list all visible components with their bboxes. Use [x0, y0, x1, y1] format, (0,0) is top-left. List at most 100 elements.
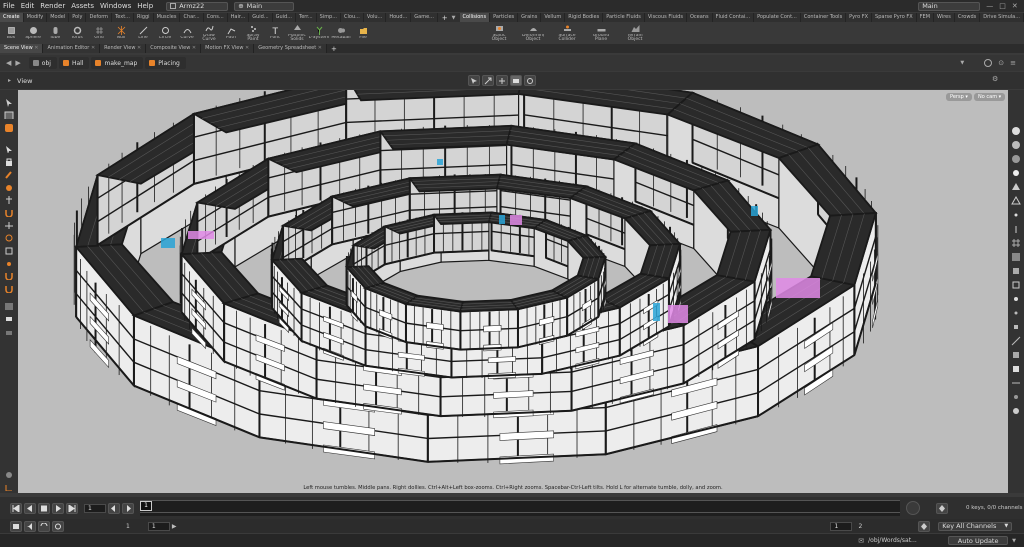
pane-tab-close-icon[interactable]: ✕ — [190, 45, 196, 51]
pane-tab-close-icon[interactable]: ✕ — [33, 45, 38, 51]
handle-mode-icon[interactable] — [482, 75, 494, 86]
loop-toggle[interactable] — [38, 520, 50, 532]
right-context-selector[interactable]: Main — [918, 1, 981, 11]
move-icon[interactable] — [4, 221, 14, 230]
shelf-tab-model-2[interactable]: Model — [47, 13, 70, 22]
menu-help[interactable]: Help — [134, 2, 156, 10]
normals-icon[interactable] — [1011, 224, 1021, 234]
tool-tube[interactable]: Tube — [44, 22, 66, 44]
shelf-tab-right-wires-14[interactable]: Wires — [934, 13, 955, 22]
shelf-tab-right-fem-13[interactable]: FEM — [917, 13, 935, 22]
tool-static-object[interactable]: Static Object — [482, 22, 516, 44]
shelf-tab-volu-16[interactable]: Volu... — [364, 13, 387, 22]
shelf-tab-create-0[interactable]: Create — [0, 13, 24, 22]
window-max-icon[interactable]: □ — [999, 2, 1006, 10]
shelf-tab-right-particles-1[interactable]: Particles — [490, 13, 519, 22]
ghost-icon[interactable] — [1011, 266, 1021, 276]
range-arrow-icon[interactable]: ▶ — [172, 523, 177, 530]
snap-icon[interactable] — [4, 259, 14, 268]
camera-icon[interactable] — [4, 314, 14, 323]
persp-menu[interactable]: Persp ▾ — [946, 93, 972, 101]
tool-font[interactable]: T Font — [264, 22, 286, 44]
shelf-tab-right-drive-simula-16[interactable]: Drive Simula... — [980, 13, 1024, 22]
shelf-tab-poly-3[interactable]: Poly — [69, 13, 87, 22]
tool-path[interactable]: Path — [220, 22, 242, 44]
path-crumb-hall[interactable]: Hall — [58, 57, 90, 69]
tool-circle[interactable]: Circle — [154, 22, 176, 44]
paint-icon[interactable] — [4, 183, 14, 192]
vector-icon[interactable] — [1011, 378, 1021, 388]
tool-surface-collider[interactable]: Surface Collider — [550, 22, 584, 44]
play-reverse-button[interactable] — [24, 502, 36, 514]
tool-sphere[interactable]: Sphere — [22, 22, 44, 44]
scope-icon[interactable] — [906, 501, 920, 515]
settings-toggle[interactable] — [52, 520, 64, 532]
add-pane-tab-icon[interactable]: + — [331, 45, 337, 53]
pane-menu-icon[interactable]: ≡ — [1010, 59, 1016, 67]
shelf-tab-game-18[interactable]: Game... — [411, 13, 438, 22]
brush-icon[interactable] — [4, 170, 14, 179]
display-icon-2[interactable] — [1011, 140, 1021, 150]
realtime-toggle[interactable] — [10, 520, 22, 532]
wireframe-icon[interactable] — [1011, 196, 1021, 206]
pane-tab-close-icon[interactable]: ✕ — [316, 45, 322, 51]
tool-null[interactable]: Null — [110, 22, 132, 44]
jump-start-button[interactable] — [10, 502, 22, 514]
link-icon[interactable]: ⊙ — [998, 59, 1004, 67]
tool-curve[interactable]: Curve — [176, 22, 198, 44]
shelf-tab-right-sparse-pyro-fx-12[interactable]: Sparse Pyro FX — [872, 13, 917, 22]
tool-ground-plane[interactable]: Ground Plane — [584, 22, 618, 44]
hull-icon[interactable] — [1011, 350, 1021, 360]
window-close-icon[interactable]: ✕ — [1012, 2, 1018, 10]
shelf-tab-simp-14[interactable]: Simp... — [317, 13, 342, 22]
menu-file[interactable]: File — [0, 2, 18, 10]
points-icon[interactable] — [1011, 210, 1021, 220]
origin-icon[interactable] — [1011, 406, 1021, 416]
shelf-tab-right-grains-2[interactable]: Grains — [518, 13, 542, 22]
prim-numbers-icon[interactable] — [1011, 322, 1021, 332]
shelf-tab-modify-1[interactable]: Modify — [24, 13, 48, 22]
pane-tab-composite-view[interactable]: Composite View ✕ — [146, 44, 202, 53]
back-icon[interactable]: ◀ — [6, 59, 11, 67]
keys-icon[interactable] — [936, 502, 948, 514]
tool-terrain-object[interactable]: Terrain Object — [618, 22, 652, 44]
pane-tab-motion-fx-view[interactable]: Motion FX View ✕ — [201, 44, 255, 53]
update-menu-icon[interactable]: ▼ — [1012, 538, 1016, 544]
view-options-icon[interactable]: ⚙ — [992, 75, 998, 83]
edges-icon[interactable] — [1011, 336, 1021, 346]
shelf-tab-muscles-7[interactable]: Muscles — [154, 13, 181, 22]
transform-mode-icon[interactable] — [496, 75, 508, 86]
pose-icon[interactable] — [4, 195, 14, 204]
tool-deforming-object[interactable]: Deforming Object — [516, 22, 550, 44]
range-start-field[interactable]: 1 — [147, 521, 170, 531]
light-icon[interactable] — [1011, 168, 1021, 178]
shelf-tab-right-populate-cont-9[interactable]: Populate Cont... — [754, 13, 801, 22]
context-selector[interactable]: ⊕ Main — [234, 1, 295, 11]
shelf-tab-guid-12[interactable]: Guid... — [273, 13, 296, 22]
bg-icon[interactable] — [1011, 252, 1021, 262]
tool-metaball[interactable]: Metaball — [330, 22, 352, 44]
shelf-tab-riggi-6[interactable]: Riggi — [134, 13, 154, 22]
shelf-tab-deform-4[interactable]: Deform — [86, 13, 113, 22]
pane-tab-render-view[interactable]: Render View ✕ — [100, 44, 147, 53]
shelf-tab-text-5[interactable]: Text... — [112, 13, 134, 22]
snapshot-icon[interactable] — [4, 327, 14, 336]
key-channels-dropdown[interactable]: Key All Channels ▼ — [938, 521, 1013, 531]
shelf-menu-icon[interactable]: ▼ — [452, 15, 456, 21]
shelf-tab-terr-13[interactable]: Terr... — [296, 13, 317, 22]
menu-assets[interactable]: Assets — [68, 2, 97, 10]
shelf-tab-right-oceans-7[interactable]: Oceans — [687, 13, 713, 22]
tool-draw-curve[interactable]: Draw Curve — [198, 22, 220, 44]
display-icon-3[interactable] — [1011, 154, 1021, 164]
path-dropdown-icon[interactable]: ▼ — [960, 60, 964, 66]
magnet-icon-3[interactable] — [4, 284, 14, 293]
magnet-icon-2[interactable] — [4, 271, 14, 280]
path-crumb-placing[interactable]: Placing — [145, 57, 186, 69]
select-mode-icon[interactable] — [468, 75, 480, 86]
desktop-selector[interactable]: Armz22 — [166, 1, 229, 11]
tool-line[interactable]: Line — [132, 22, 154, 44]
view-expand-icon[interactable]: ▸ — [8, 77, 11, 84]
shelf-tab-char-8[interactable]: Char... — [180, 13, 204, 22]
view-lock-icon[interactable] — [524, 75, 536, 86]
tool-file[interactable]: File — [352, 22, 374, 44]
